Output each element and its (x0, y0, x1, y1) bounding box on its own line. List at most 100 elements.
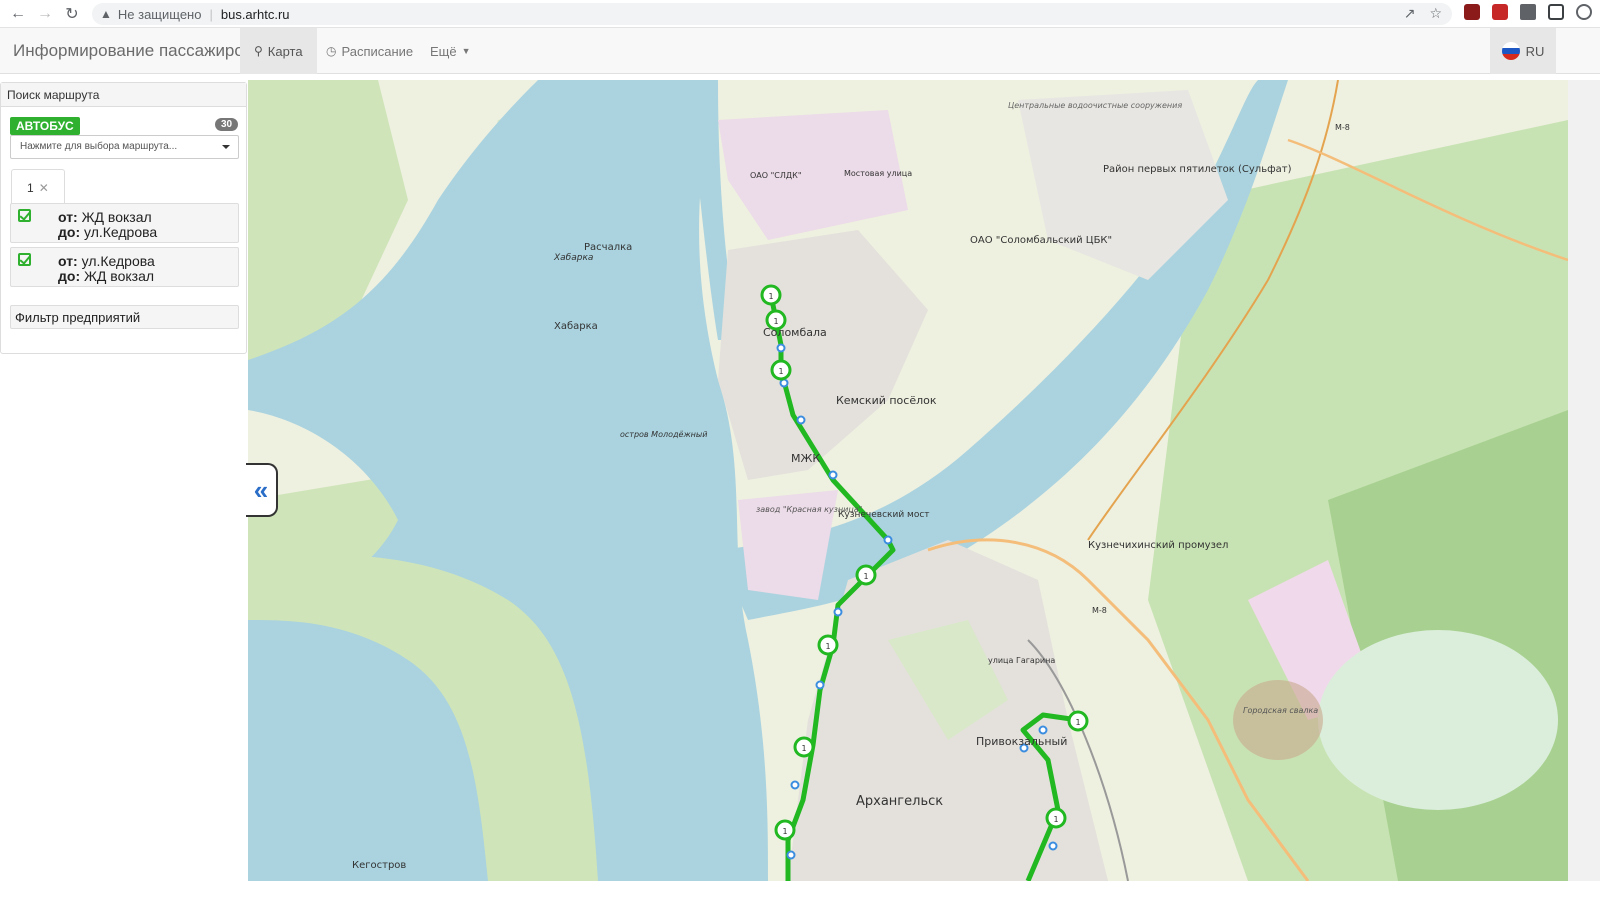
route-search-panel: Поиск маршрута АВТОБУС 30 Нажмите для вы… (0, 82, 247, 354)
url-text[interactable]: bus.arhtc.ru (221, 7, 290, 22)
bus-stop[interactable] (883, 535, 893, 545)
bus-stop[interactable] (1038, 725, 1048, 735)
bus-marker-route-label: 1 (768, 292, 773, 301)
label-mzhk: МЖК (791, 452, 820, 465)
bus-stop[interactable] (790, 780, 800, 790)
to-stop: ЖД вокзал (84, 268, 155, 284)
from-label: от: (58, 253, 78, 269)
map-svg[interactable]: 1 1 1 1 1 1 1 1 1 Соломбала Кемский посё… (248, 80, 1568, 881)
bus-marker[interactable]: 1 (817, 634, 839, 656)
label-vodoochistnye: Центральные водоочистные сооружения (1008, 101, 1182, 110)
bus-marker[interactable]: 1 (760, 284, 782, 306)
label-m8: М-8 (1092, 606, 1107, 615)
bus-marker-route-label: 1 (778, 367, 783, 376)
label-kemsky: Кемский посёлок (836, 394, 937, 407)
bus-marker[interactable]: 1 (774, 819, 796, 841)
bus-marker-route-label: 1 (801, 744, 806, 753)
caret-down-icon: ▼ (461, 46, 471, 56)
double-chevron-left-icon: « (253, 474, 269, 505)
ublock-icon[interactable] (1464, 4, 1480, 20)
bus-stop[interactable] (779, 378, 789, 388)
bus-stop[interactable] (833, 607, 843, 617)
bus-marker[interactable]: 1 (793, 736, 815, 758)
dump-area (1233, 680, 1323, 760)
checkbox-checked-icon[interactable] (18, 209, 31, 222)
bus-marker[interactable]: 1 (1067, 710, 1089, 732)
bus-stop[interactable] (1048, 841, 1058, 851)
label-tsbk: ОАО "Соломбальский ЦБК" (970, 235, 1112, 246)
collapse-sidebar-button[interactable]: « (246, 463, 278, 517)
to-label: до: (58, 268, 81, 284)
bus-stop[interactable] (815, 680, 825, 690)
label-kuznechikhinsky: Кузнечихинский промузел (1088, 540, 1228, 551)
caret-down-icon (222, 145, 230, 149)
label-mostovaya: Мостовая улица (844, 169, 912, 178)
bus-stop[interactable] (796, 415, 806, 425)
sidepanel-icon[interactable] (1548, 4, 1564, 20)
bus-stop[interactable] (786, 850, 796, 860)
bookmark-star-icon[interactable]: ☆ (1429, 5, 1442, 22)
label-raschalka: Расчалка (584, 242, 632, 253)
bus-marker-route-label: 1 (1053, 815, 1058, 824)
nav-schedule[interactable]: ◷ Расписание (312, 28, 427, 74)
clock-icon: ◷ (326, 44, 337, 58)
language-selector[interactable]: RU (1490, 28, 1556, 74)
language-label: RU (1525, 43, 1545, 59)
browser-toolbar: ← → ↻ ▲ Не защищено | bus.arhtc.ru ↗ ☆ (0, 0, 1600, 28)
close-icon[interactable]: ✕ (39, 181, 49, 195)
selected-route-number: 1 (27, 181, 34, 195)
puzzle-icon[interactable] (1520, 4, 1536, 20)
bus-marker-route-label: 1 (825, 642, 830, 651)
map-canvas[interactable]: 1 1 1 1 1 1 1 1 1 Соломбала Кемский посё… (248, 80, 1568, 881)
direction-item[interactable]: от: ул.Кедрова до: ЖД вокзал (10, 247, 239, 287)
transport-type-badge[interactable]: АВТОБУС (10, 117, 80, 135)
bus-marker-route-label: 1 (1075, 718, 1080, 727)
reload-icon[interactable]: ↻ (58, 0, 86, 28)
label-solombala: Соломбала (763, 326, 827, 339)
nav-schedule-label: Расписание (341, 43, 414, 59)
nav-map[interactable]: ⚲ Карта (240, 28, 317, 74)
route-select-placeholder: Нажмите для выбора маршрута... (20, 141, 178, 152)
selected-route-tab[interactable]: 1 ✕ (11, 169, 65, 205)
bus-stop[interactable] (776, 343, 786, 353)
label-gorodskaya-svalka: Городская свалка (1243, 706, 1318, 715)
from-label: от: (58, 209, 78, 225)
marsh-area (1318, 630, 1558, 810)
forward-icon[interactable]: → (31, 0, 59, 28)
to-stop: ул.Кедрова (84, 224, 158, 240)
nav-more-label: Ещё (430, 43, 457, 59)
label-kegostrov: Кегостров (352, 860, 406, 871)
warning-icon[interactable]: ▲ (100, 7, 112, 21)
from-stop: ЖД вокзал (81, 209, 152, 225)
from-stop: ул.Кедрова (81, 253, 155, 269)
extension-grid-icon[interactable] (1492, 4, 1508, 20)
bus-marker-route-label: 1 (782, 827, 787, 836)
brand-title[interactable]: Информирование пассажиров (13, 41, 253, 61)
nav-more-dropdown[interactable]: Ещё ▼ (416, 28, 485, 74)
app-navbar: Информирование пассажиров ⚲ Карта ◷ Расп… (0, 28, 1600, 74)
direction-item[interactable]: от: ЖД вокзал до: ул.Кедрова (10, 203, 239, 243)
enterprise-filter-button[interactable]: Фильтр предприятий (10, 305, 239, 329)
bus-marker-route-label: 1 (863, 572, 868, 581)
panel-title: Поиск маршрута (1, 83, 246, 107)
share-icon[interactable]: ↗ (1404, 5, 1416, 22)
page-scrollbar[interactable] (1568, 80, 1600, 881)
map-pin-icon: ⚲ (254, 44, 263, 58)
address-bar[interactable]: ▲ Не защищено | bus.arhtc.ru ↗ ☆ (92, 3, 1452, 25)
label-arkhangelsk: Архангельск (856, 794, 943, 809)
label-privokzalny: Привокзальный (976, 735, 1067, 748)
label-rayon-pervykh: Район первых пятилеток (Сульфат) (1103, 164, 1292, 175)
route-select[interactable]: Нажмите для выбора маршрута... (10, 135, 239, 159)
bus-marker[interactable]: 1 (770, 359, 792, 381)
route-count-badge: 30 (215, 118, 239, 131)
bus-stop[interactable] (828, 470, 838, 480)
russia-flag-icon (1501, 42, 1520, 60)
label-krasnaya-kuznitsa: завод "Красная кузница" (756, 505, 862, 514)
bus-marker[interactable]: 1 (1045, 807, 1067, 829)
profile-icon[interactable] (1576, 4, 1592, 20)
label-molodezhny: остров Молодёжный (620, 430, 707, 439)
back-icon[interactable]: ← (4, 0, 32, 28)
checkbox-checked-icon[interactable] (18, 253, 31, 266)
insecure-label[interactable]: Не защищено (118, 7, 202, 22)
bus-marker[interactable]: 1 (855, 564, 877, 586)
